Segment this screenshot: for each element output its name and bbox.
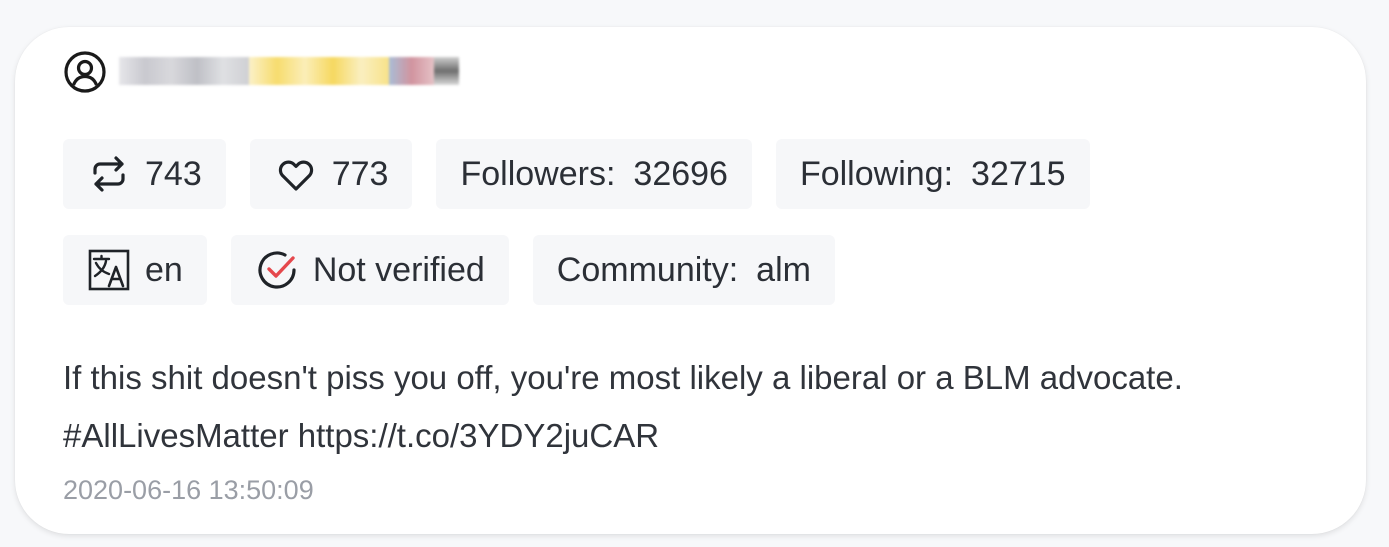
check-circle-icon bbox=[255, 248, 299, 292]
followers-chip: Followers: 32696 bbox=[436, 139, 752, 209]
language-value: en bbox=[145, 250, 183, 289]
retweet-count: 743 bbox=[145, 154, 202, 193]
followers-label: Followers: bbox=[460, 154, 616, 193]
tweet-timestamp: 2020-06-16 13:50:09 bbox=[63, 475, 314, 505]
community-value: alm bbox=[756, 250, 811, 289]
card-header bbox=[63, 49, 469, 95]
following-label: Following: bbox=[799, 154, 954, 193]
stats-row: 743 773 Followers: 32696 Following: 3271… bbox=[63, 139, 1090, 209]
language-chip: en bbox=[63, 235, 207, 305]
retweet-icon bbox=[87, 152, 131, 196]
community-chip: Community: alm bbox=[532, 235, 835, 305]
retweet-count-chip: 743 bbox=[63, 139, 226, 209]
verification-chip: Not verified bbox=[230, 235, 509, 305]
tweet-text-line: #AllLivesMatter https://t.co/3YDY2juCAR bbox=[63, 417, 660, 454]
meta-row: en Not verified Community: alm bbox=[63, 235, 835, 305]
redacted-username bbox=[119, 49, 469, 95]
heart-icon bbox=[274, 152, 318, 196]
like-count: 773 bbox=[331, 154, 389, 193]
user-circle-icon bbox=[63, 50, 107, 94]
like-count-chip: 773 bbox=[249, 139, 413, 209]
verification-status: Not verified bbox=[312, 250, 485, 289]
tweet-text-line: If this shit doesn't piss you off, you'r… bbox=[63, 359, 1183, 396]
translate-icon bbox=[87, 248, 131, 292]
tweet-body: If this shit doesn't piss you off, you'r… bbox=[63, 349, 1323, 465]
community-label: Community: bbox=[556, 250, 739, 289]
tweet-card: 743 773 Followers: 32696 Following: 3271… bbox=[15, 27, 1366, 534]
followers-count: 32696 bbox=[633, 154, 728, 193]
following-chip: Following: 32715 bbox=[775, 139, 1090, 209]
following-count: 32715 bbox=[971, 154, 1066, 193]
